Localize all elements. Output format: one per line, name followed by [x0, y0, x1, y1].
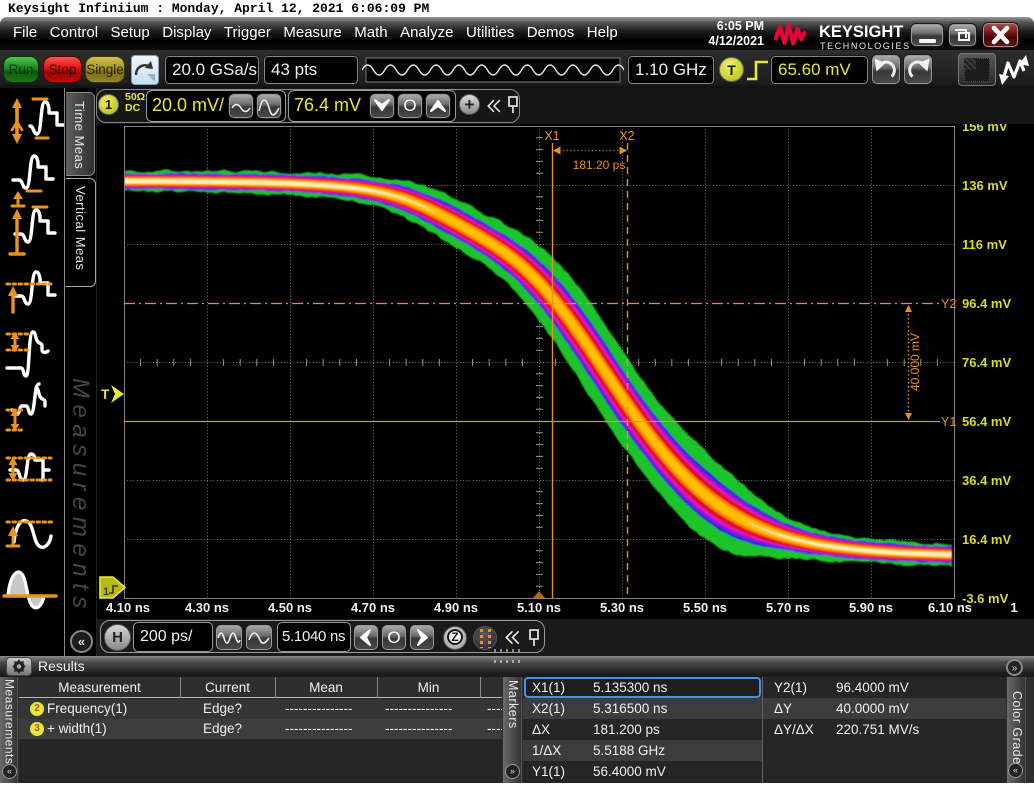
svg-text:5.10 ns: 5.10 ns — [517, 600, 561, 615]
svg-text:40.000 mV: 40.000 mV — [908, 333, 922, 391]
svg-text:X2: X2 — [619, 129, 634, 143]
svg-text:5.30 ns: 5.30 ns — [600, 600, 644, 615]
svg-text:Y2: Y2 — [941, 297, 956, 311]
svg-text:76.4 mV: 76.4 mV — [962, 355, 1011, 370]
svg-text:16.4 mV: 16.4 mV — [962, 532, 1011, 547]
svg-text:5.50 ns: 5.50 ns — [683, 600, 727, 615]
svg-text:5.70 ns: 5.70 ns — [766, 600, 810, 615]
svg-text:4.50 ns: 4.50 ns — [268, 600, 312, 615]
svg-text:5.90 ns: 5.90 ns — [849, 600, 893, 615]
svg-text:X1: X1 — [544, 129, 559, 143]
svg-text:56.4 mV: 56.4 mV — [962, 414, 1011, 429]
svg-text:4.90 ns: 4.90 ns — [434, 600, 478, 615]
svg-text:1: 1 — [1010, 600, 1017, 615]
svg-text:4.30 ns: 4.30 ns — [185, 600, 229, 615]
svg-text:96.4 mV: 96.4 mV — [962, 296, 1011, 311]
svg-text:156 mV: 156 mV — [962, 124, 1008, 134]
svg-text:4.70 ns: 4.70 ns — [351, 600, 395, 615]
svg-text:4.10 ns: 4.10 ns — [106, 600, 150, 615]
svg-text:6.10 ns: 6.10 ns — [928, 600, 972, 615]
svg-text:136 mV: 136 mV — [962, 178, 1008, 193]
svg-text:T: T — [101, 387, 110, 402]
svg-text:116 mV: 116 mV — [962, 237, 1007, 252]
svg-text:36.4 mV: 36.4 mV — [962, 473, 1011, 488]
svg-text:181.20 ps: 181.20 ps — [573, 158, 626, 172]
svg-text:1: 1 — [103, 586, 109, 598]
svg-text:Y1: Y1 — [941, 415, 956, 429]
